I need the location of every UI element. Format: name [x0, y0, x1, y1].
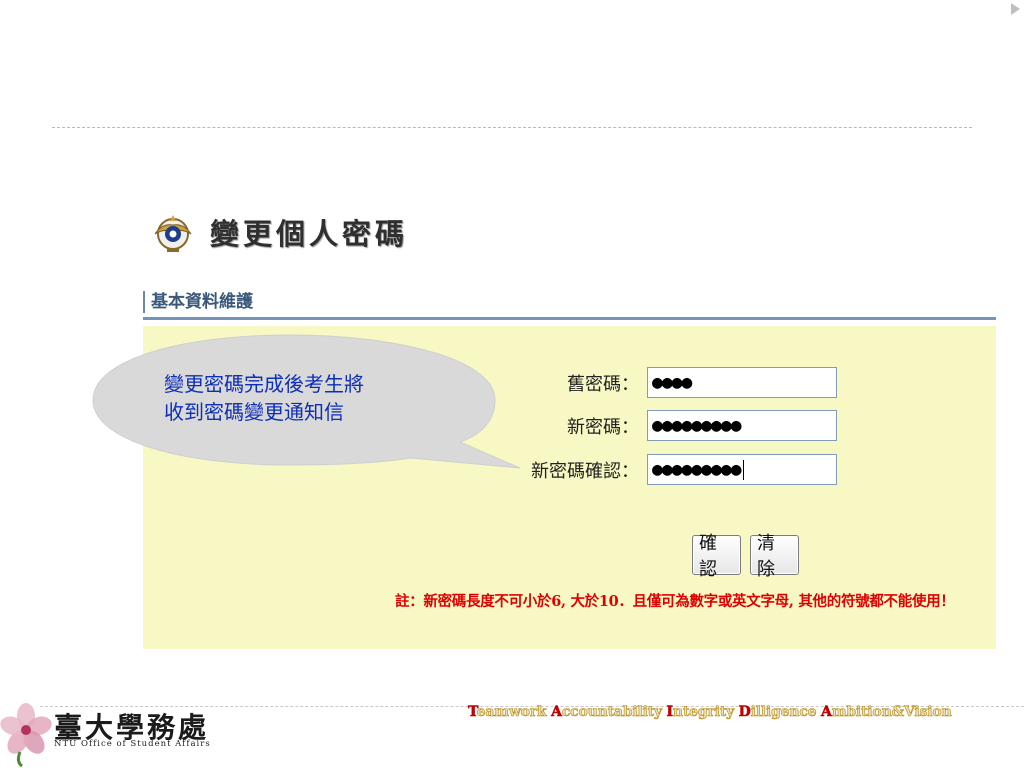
password-rule-note: 註：新密碼長度不可小於6, 大於10．且僅可為數字或英文字母, 其他的符號都不能… [395, 593, 955, 610]
footer-motto: Teamwork Accountability Integrity Dillig… [468, 704, 952, 721]
old-password-input[interactable]: ●●●● [647, 367, 837, 398]
motto-word: ntegrity [672, 704, 739, 721]
slide-corner-arrow-icon [1011, 3, 1020, 15]
emblem-icon [154, 215, 192, 252]
top-divider [52, 127, 972, 128]
logo-text-english: NTU Office of Student Affairs [54, 739, 211, 749]
section-underline [143, 317, 996, 320]
confirm-password-input[interactable]: ●●●●●●●●● [647, 454, 837, 485]
motto-word: eamwork [476, 704, 552, 721]
motto-word: mbition&Vision [831, 704, 952, 721]
confirm-button[interactable]: 確認 [692, 533, 741, 580]
slide-title: 變更個人密碼 [150, 208, 408, 256]
new-password-input[interactable]: ●●●●●●●●● [647, 410, 837, 441]
section-header: 基本資料維護 [143, 291, 253, 313]
motto-word: ccountability [561, 704, 667, 721]
text-caret [742, 459, 744, 480]
callout-line-1: 變更密碼完成後考生將 [164, 372, 364, 396]
old-password-value: ●●●● [652, 372, 692, 393]
confirm-password-value: ●●●●●●●●● [652, 459, 742, 480]
clear-button[interactable]: 清除 [750, 533, 799, 580]
motto-cap: A [821, 704, 832, 721]
motto-word: illigence [750, 704, 822, 721]
new-password-value: ●●●●●●●●● [652, 415, 742, 436]
page-title: 變更個人密碼 [210, 217, 409, 251]
callout-text: 變更密碼完成後考生將 收到密碼變更通知信 [164, 370, 364, 426]
motto-cap: A [551, 704, 562, 721]
motto-cap: T [468, 704, 477, 721]
callout-line-2: 收到密碼變更通知信 [164, 400, 344, 424]
motto-cap: D [738, 704, 751, 721]
